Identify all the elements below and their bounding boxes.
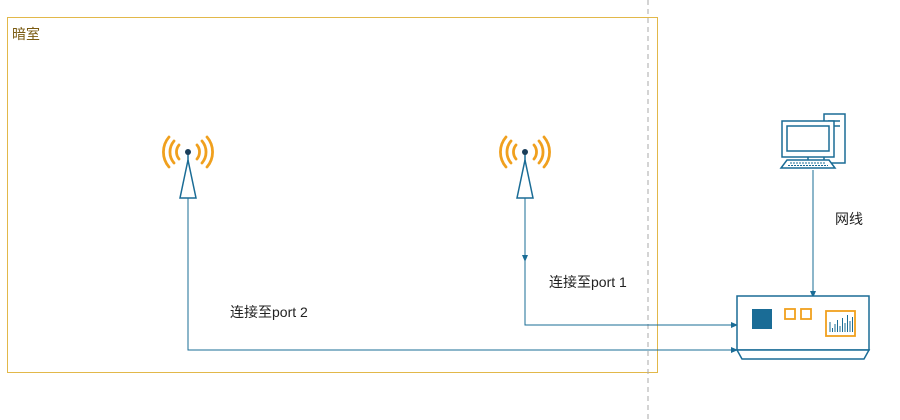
port1-label: 连接至port 1 xyxy=(549,274,627,290)
computer-icon xyxy=(779,113,846,169)
port2-label: 连接至port 2 xyxy=(230,304,308,320)
port2-cable xyxy=(187,198,736,351)
antenna-icon xyxy=(162,135,214,199)
network-cable-label: 网线 xyxy=(835,211,863,227)
network-analyzer-icon xyxy=(735,295,871,360)
antenna-icon xyxy=(499,135,551,199)
arrow-head xyxy=(522,255,528,262)
diagram-canvas xyxy=(162,0,871,420)
port1-cable xyxy=(524,198,736,326)
